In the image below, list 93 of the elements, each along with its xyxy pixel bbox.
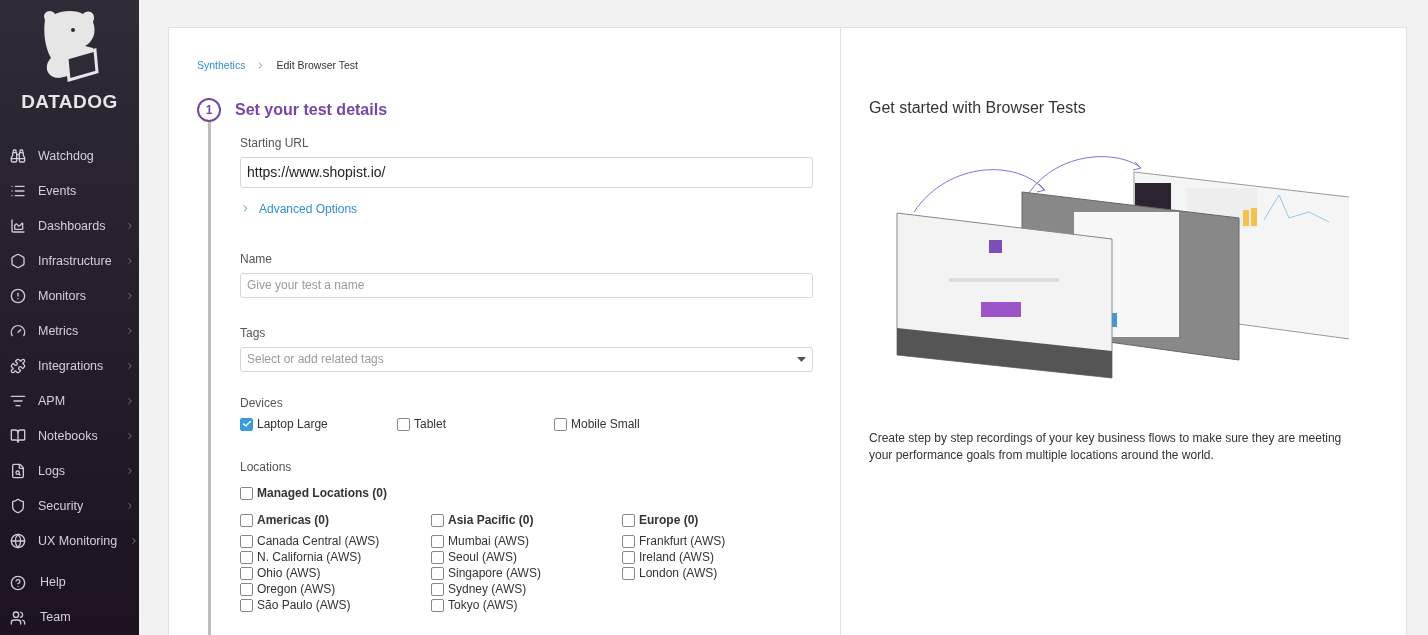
checkbox[interactable] — [240, 566, 253, 580]
checkbox-label: London (AWS) — [639, 565, 718, 581]
checkbox-label: Tablet — [414, 416, 447, 432]
checkbox[interactable] — [431, 598, 444, 612]
nav-item[interactable]: Infrastructure — [0, 243, 139, 279]
area-chart-icon — [10, 218, 26, 234]
logo-text: DATADOG — [21, 90, 118, 114]
url-input[interactable]: https://www.shopist.io/ — [240, 156, 813, 188]
field-label: Tags — [240, 324, 267, 342]
list-icon — [10, 183, 26, 199]
filter-icon — [10, 393, 26, 409]
nav-item[interactable]: Monitors — [0, 278, 139, 314]
checkbox-label: Asia Pacific (0) — [448, 512, 534, 528]
nav-item[interactable]: Events — [0, 173, 139, 209]
field-label: Starting URL — [240, 134, 310, 152]
checkbox[interactable] — [240, 513, 253, 527]
field-label: Devices — [240, 394, 284, 412]
step-title: Set your test details — [235, 99, 389, 120]
chevron-right-icon — [125, 256, 135, 266]
checkbox-label: Laptop Large — [257, 416, 328, 432]
checkbox[interactable] — [240, 417, 253, 431]
checkbox[interactable] — [240, 534, 253, 548]
checkbox-label: Mobile Small — [571, 416, 640, 432]
nav-item[interactable]: Watchdog — [0, 138, 139, 174]
dropdown-caret-icon — [797, 356, 806, 362]
nav-item[interactable]: Integrations — [0, 348, 139, 384]
panel-description: Create step by step recordings of your key business flows to make sure they are meeting your performance goals from multiple locations around the world. — [869, 430, 1343, 464]
binoculars-icon — [10, 148, 26, 164]
chevron-right-icon — [125, 466, 135, 476]
log-search-icon — [10, 463, 26, 479]
checkbox-label: Frankfurt (AWS) — [639, 533, 726, 549]
chevron-right-icon — [125, 291, 135, 301]
checkbox-label: Ireland (AWS) — [639, 549, 714, 565]
step-number: 1 — [197, 97, 221, 122]
checkbox-label: Singapore (AWS) — [448, 565, 541, 581]
checkbox[interactable] — [240, 486, 253, 500]
globe-icon — [10, 533, 26, 549]
nav-item[interactable]: Logs — [0, 453, 139, 489]
checkbox[interactable] — [240, 598, 253, 612]
checkbox-label: Ohio (AWS) — [257, 565, 321, 581]
checkbox[interactable] — [240, 582, 253, 596]
checkbox[interactable] — [431, 582, 444, 596]
checkbox-label: Oregon (AWS) — [257, 581, 336, 597]
checkbox[interactable] — [431, 550, 444, 564]
book-icon — [10, 428, 26, 444]
gauge-icon — [10, 323, 26, 339]
checkbox-label: Seoul (AWS) — [448, 549, 517, 565]
shield-icon — [10, 498, 26, 514]
hexagon-icon — [10, 253, 26, 269]
checkbox[interactable] — [622, 513, 635, 527]
checkbox[interactable] — [431, 513, 444, 527]
field-label: Name — [240, 250, 273, 268]
nav-item[interactable]: UX Monitoring — [0, 523, 139, 559]
checkbox[interactable] — [622, 550, 635, 564]
checkbox-label: Tokyo (AWS) — [448, 597, 518, 613]
checkbox[interactable] — [622, 566, 635, 580]
checkbox-label: São Paulo (AWS) — [257, 597, 351, 613]
checkbox-label: N. California (AWS) — [257, 549, 362, 565]
nav-item[interactable]: Dashboards — [0, 208, 139, 244]
puzzle-icon — [10, 358, 26, 374]
checkbox-label: Mumbai (AWS) — [448, 533, 529, 549]
help-icon — [10, 574, 26, 591]
chevron-right-icon — [125, 431, 135, 441]
checkbox[interactable] — [240, 550, 253, 564]
team-icon — [10, 609, 26, 626]
checkbox[interactable] — [554, 417, 567, 431]
checkbox-label: Canada Central (AWS) — [257, 533, 380, 549]
panel-title: Get started with Browser Tests — [869, 98, 1087, 118]
chevron-right-icon — [125, 361, 135, 371]
checkbox[interactable] — [622, 534, 635, 548]
checkbox-label: Sydney (AWS) — [448, 581, 527, 597]
chevron-right-icon — [125, 501, 135, 511]
checkbox-label: Americas (0) — [257, 512, 330, 528]
checkbox[interactable] — [431, 534, 444, 548]
breadcrumb-current: Edit Browser Test — [276, 58, 358, 73]
nav-item[interactable]: Notebooks — [0, 418, 139, 454]
chevron-right-icon — [125, 221, 135, 231]
nav-item[interactable]: APM — [0, 383, 139, 419]
breadcrumb-link[interactable]: Synthetics — [197, 58, 246, 74]
chevron-right-icon — [125, 326, 135, 336]
nav-item[interactable]: Help — [0, 565, 139, 600]
chevron-right-icon — [125, 396, 135, 406]
nav-item[interactable]: Security — [0, 488, 139, 524]
alert-icon — [10, 288, 26, 304]
nav-item[interactable]: Team — [0, 600, 139, 635]
checkbox-label: Managed Locations (0) — [257, 485, 387, 501]
name-input[interactable]: Give your test a name — [240, 272, 813, 298]
checkbox[interactable] — [431, 566, 444, 580]
field-label: Locations — [240, 458, 293, 476]
checkbox-label: Europe (0) — [639, 512, 699, 528]
checkbox[interactable] — [397, 417, 410, 431]
advanced-options-link[interactable]: Advanced Options — [240, 199, 358, 218]
nav-item[interactable]: Metrics — [0, 313, 139, 349]
